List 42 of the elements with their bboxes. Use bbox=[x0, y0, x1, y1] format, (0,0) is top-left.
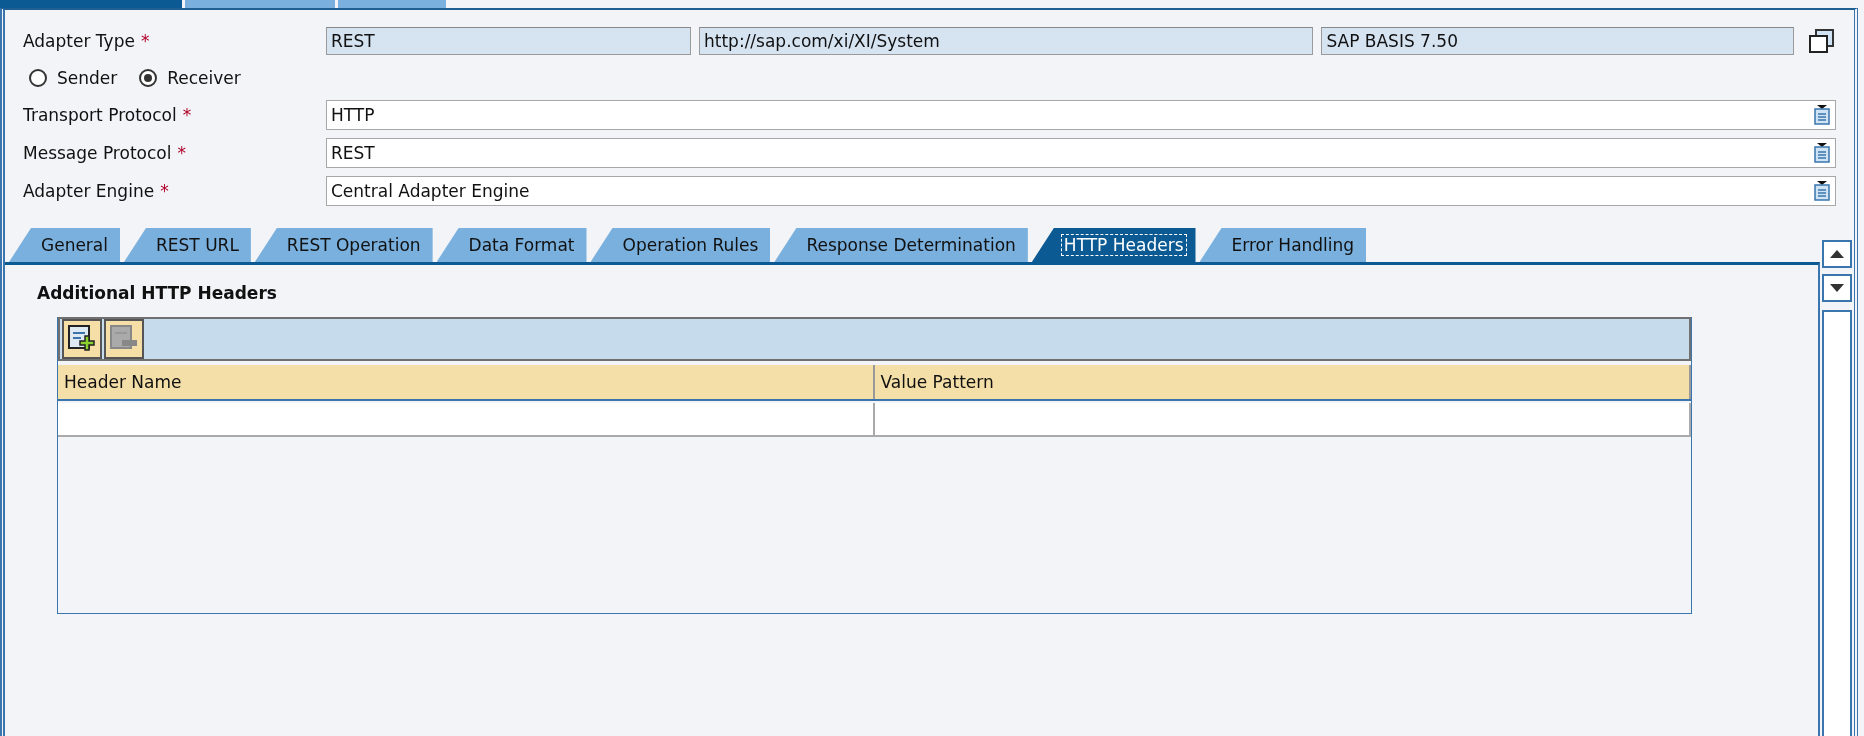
table-cell[interactable] bbox=[58, 403, 875, 435]
required-mark: * bbox=[177, 143, 186, 163]
table-cell[interactable] bbox=[874, 403, 1691, 435]
column-header: Header Name bbox=[58, 365, 875, 399]
value-help-icon[interactable] bbox=[1813, 181, 1831, 201]
column-header: Value Pattern bbox=[874, 365, 1691, 399]
required-mark: * bbox=[182, 105, 192, 125]
add-row-button[interactable] bbox=[62, 319, 102, 359]
tab[interactable]: HTTP Headers bbox=[1031, 228, 1196, 262]
caret-up-icon bbox=[1830, 250, 1844, 258]
dropdown-field[interactable]: Central Adapter Engine bbox=[326, 176, 1836, 206]
tab[interactable]: Data Format bbox=[436, 228, 587, 262]
tab[interactable]: Error Handling bbox=[1199, 228, 1367, 262]
field-label: Adapter Type bbox=[23, 31, 135, 51]
add-row-icon bbox=[67, 324, 97, 354]
field-label: Adapter Engine bbox=[23, 181, 155, 201]
required-mark: * bbox=[140, 31, 150, 51]
field-label: Transport Protocol bbox=[23, 105, 177, 125]
radio-option[interactable]: Receiver bbox=[139, 68, 241, 88]
dropdown-field[interactable]: REST bbox=[326, 138, 1836, 168]
tab[interactable]: General bbox=[9, 228, 120, 262]
value-help-icon[interactable] bbox=[1813, 105, 1831, 125]
scrollbar-track[interactable] bbox=[1822, 310, 1852, 736]
readonly-field: REST bbox=[326, 27, 691, 55]
copy-icon[interactable] bbox=[1808, 28, 1836, 54]
required-mark: * bbox=[160, 181, 169, 201]
tab[interactable]: Response Determination bbox=[774, 228, 1028, 262]
dropdown-field[interactable]: HTTP bbox=[326, 100, 1836, 130]
section-title: Additional HTTP Headers bbox=[37, 283, 278, 303]
scroll-down-button[interactable] bbox=[1822, 274, 1852, 302]
tab[interactable]: Operation Rules bbox=[590, 228, 771, 262]
readonly-field: SAP BASIS 7.50 bbox=[1321, 27, 1794, 55]
radio-circle[interactable] bbox=[139, 69, 158, 87]
radio-option[interactable]: Sender bbox=[29, 68, 118, 88]
tab[interactable]: REST URL bbox=[124, 228, 251, 262]
tab[interactable]: REST Operation bbox=[254, 228, 433, 262]
radio-circle[interactable] bbox=[29, 69, 47, 87]
scroll-up-button[interactable] bbox=[1822, 240, 1852, 268]
caret-down-icon bbox=[1830, 284, 1844, 292]
field-label: Message Protocol bbox=[23, 143, 172, 163]
readonly-field: http://sap.com/xi/XI/System bbox=[699, 27, 1314, 55]
value-help-icon[interactable] bbox=[1813, 143, 1831, 163]
